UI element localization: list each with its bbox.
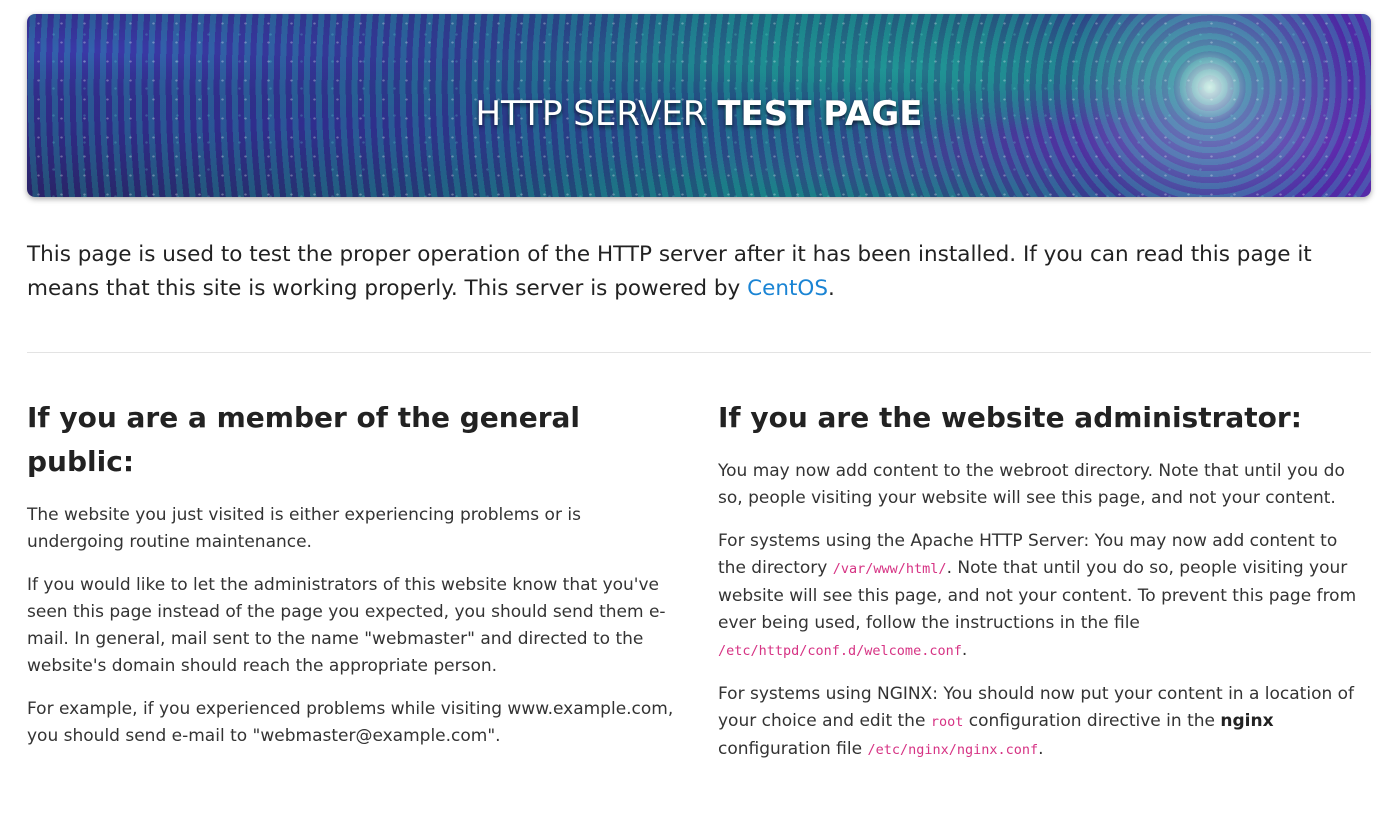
divider xyxy=(27,352,1371,353)
admin-p3-text-c: configuration file xyxy=(718,739,868,759)
nginx-label: nginx xyxy=(1220,711,1274,731)
centos-link[interactable]: CentOS xyxy=(747,276,828,301)
intro-text: This page is used to test the proper ope… xyxy=(27,242,1312,301)
page-title: HTTP SERVER TEST PAGE xyxy=(27,94,1371,134)
admin-p2-text-c: . xyxy=(961,640,968,660)
public-heading: If you are a member of the general publi… xyxy=(27,401,581,478)
nginx-conf-path: /etc/nginx/nginx.conf xyxy=(867,742,1039,758)
page-title-bold: TEST PAGE xyxy=(717,94,923,134)
public-paragraph-3: For example, if you experienced problems… xyxy=(27,699,674,746)
header-banner: HTTP SERVER TEST PAGE xyxy=(27,14,1371,197)
public-section: If you are a member of the general publi… xyxy=(27,396,677,766)
welcome-conf-path: /etc/httpd/conf.d/welcome.conf xyxy=(718,643,962,659)
admin-heading: If you are the website administrator: xyxy=(718,401,1302,434)
intro-paragraph: This page is used to test the proper ope… xyxy=(27,238,1371,306)
page-title-light: HTTP SERVER xyxy=(475,94,718,134)
apache-webroot-path: /var/www/html/ xyxy=(832,561,947,577)
root-directive: root xyxy=(930,714,964,730)
admin-paragraph-1: You may now add content to the webroot d… xyxy=(718,461,1345,508)
admin-p3-text-d: . xyxy=(1038,739,1044,759)
public-paragraph-2: If you would like to let the administrat… xyxy=(27,575,666,676)
admin-paragraph-3: For systems using NGINX: You should now … xyxy=(718,681,1368,764)
admin-paragraph-2: For systems using the Apache HTTP Server… xyxy=(718,528,1368,665)
intro-trailing: . xyxy=(827,276,835,301)
admin-section: If you are the website administrator: Yo… xyxy=(718,396,1368,780)
public-paragraph-1: The website you just visited is either e… xyxy=(27,505,581,552)
admin-p3-text-b: configuration directive in the xyxy=(963,711,1221,731)
